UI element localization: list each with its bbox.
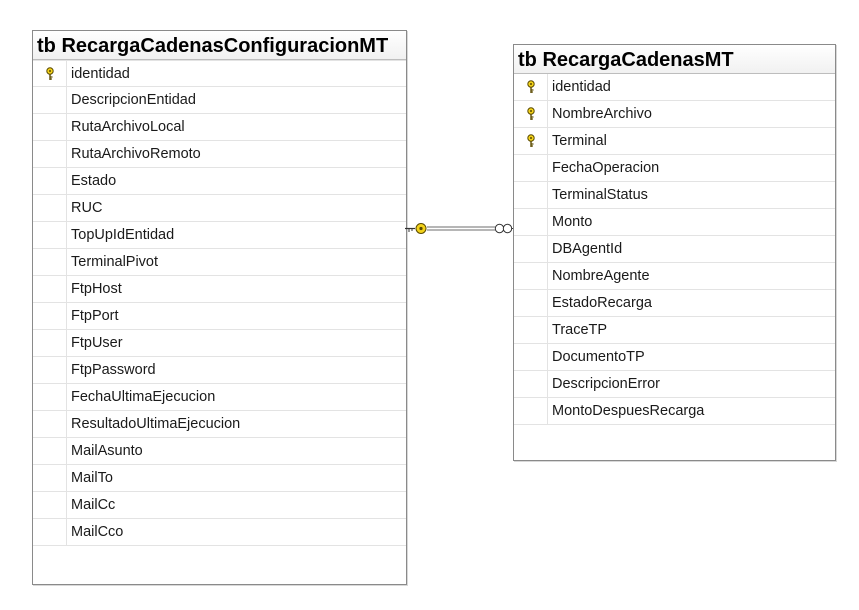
relationship-connector[interactable] xyxy=(0,0,859,610)
relationship-line[interactable] xyxy=(427,226,495,231)
many-end-infinity-icon xyxy=(494,223,513,234)
one-end-key-icon xyxy=(405,223,427,234)
